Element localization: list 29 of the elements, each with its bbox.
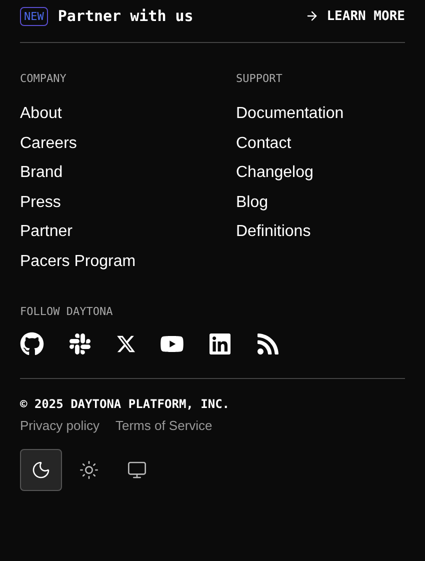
footer-link[interactable]: Pacers Program xyxy=(20,246,236,277)
footer-link[interactable]: Brand xyxy=(20,158,236,188)
footer-link[interactable]: Changelog xyxy=(236,158,405,188)
copyright: © 2025 DAYTONA PLATFORM, INC. xyxy=(20,396,231,411)
footer-link[interactable]: Definitions xyxy=(236,217,405,247)
linkedin-icon[interactable] xyxy=(208,332,232,356)
footer-link[interactable]: About xyxy=(20,99,236,129)
footer-link[interactable]: Blog xyxy=(236,188,405,218)
theme-button[interactable] xyxy=(20,448,62,491)
x-icon[interactable] xyxy=(116,334,136,354)
footer-link[interactable]: Documentation xyxy=(236,99,405,129)
sun-icon xyxy=(79,460,99,480)
footer-link[interactable]: Contact xyxy=(236,128,405,158)
footer-link[interactable]: Careers xyxy=(20,128,236,158)
footer-link[interactable]: Partner xyxy=(20,217,236,247)
follow-heading: FOLLOW DAYTONA xyxy=(20,304,114,318)
legal-link[interactable]: Terms of Service xyxy=(115,418,212,433)
github-icon[interactable] xyxy=(20,332,44,356)
new-badge: NEW xyxy=(20,6,48,26)
column-heading: SUPPORT xyxy=(236,72,284,85)
rss-icon[interactable] xyxy=(256,332,280,356)
slack-icon[interactable] xyxy=(68,332,92,356)
learn-more-link[interactable]: LEARN MORE xyxy=(304,8,405,24)
monitor-icon xyxy=(127,460,147,480)
moon-icon xyxy=(31,460,51,480)
legal-link[interactable]: Privacy policy xyxy=(20,418,100,433)
banner-title: Partner with us xyxy=(58,7,194,25)
footer-link[interactable]: Press xyxy=(20,188,236,218)
column-heading: COMPANY xyxy=(20,72,68,85)
